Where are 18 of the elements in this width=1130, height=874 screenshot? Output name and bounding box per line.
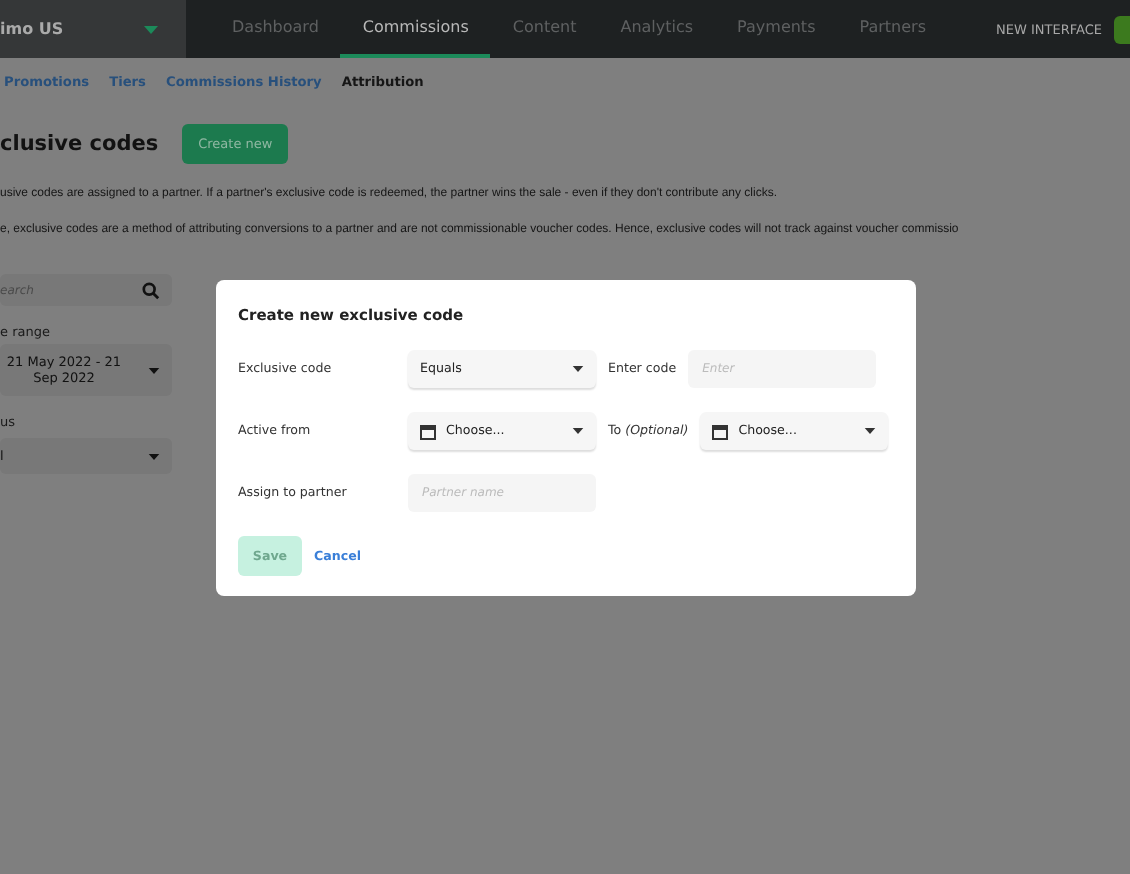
interface-toggle[interactable] xyxy=(1114,15,1130,43)
caret-icon xyxy=(148,453,160,459)
nav-tab[interactable]: Content xyxy=(490,0,599,58)
caret-icon xyxy=(572,428,584,434)
nav-tab[interactable]: Dashboard xyxy=(210,0,341,58)
nav-tab[interactable]: Analytics xyxy=(598,0,716,58)
page-title: clusive codes xyxy=(0,132,159,156)
calendar-icon xyxy=(420,423,436,439)
caret-icon xyxy=(144,25,158,33)
nav-tab[interactable]: Commissions xyxy=(340,0,491,58)
account-switcher[interactable]: imo US xyxy=(0,0,186,58)
caret-icon xyxy=(148,367,160,373)
caret-icon xyxy=(572,366,584,372)
nav-tab[interactable]: Partners xyxy=(837,0,948,58)
caret-icon xyxy=(864,428,877,434)
calendar-icon xyxy=(712,423,729,439)
search-icon xyxy=(142,281,160,299)
nav-tab[interactable]: Payments xyxy=(715,0,838,58)
